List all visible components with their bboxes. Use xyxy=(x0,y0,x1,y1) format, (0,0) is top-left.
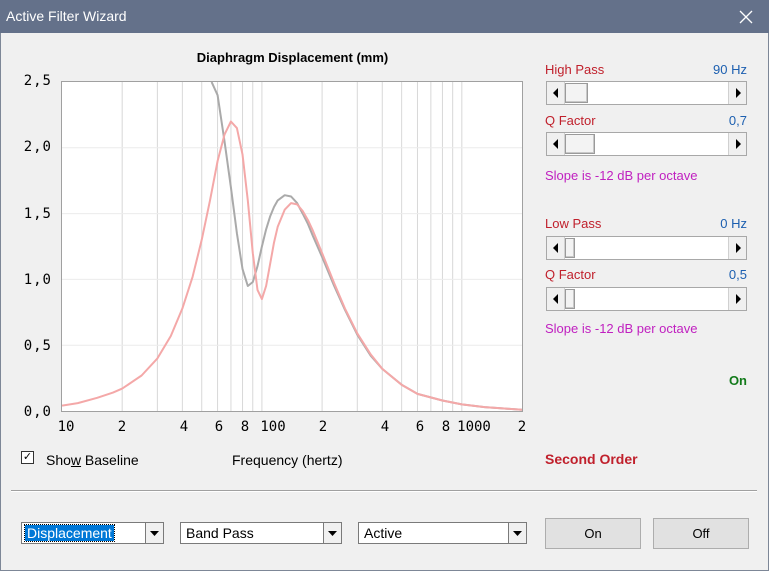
close-icon xyxy=(739,10,753,24)
x-tick-label: 1000 xyxy=(457,419,491,435)
slider-thumb[interactable] xyxy=(565,238,575,258)
scroll-right-button[interactable] xyxy=(728,237,746,259)
y-tick-label: 1,0 xyxy=(23,272,52,288)
low-slope-text: Slope is -12 dB per octave xyxy=(545,321,698,336)
arrow-right-icon xyxy=(735,294,741,304)
chevron-down-icon xyxy=(328,530,337,536)
high-pass-value: 90 Hz xyxy=(713,62,747,77)
filter-status: On xyxy=(728,373,747,388)
x-tick-label: 8 xyxy=(441,419,451,435)
high-q-label: Q Factor xyxy=(545,113,596,128)
x-tick-label: 4 xyxy=(380,419,390,435)
arrow-left-icon xyxy=(552,243,558,253)
scroll-left-button[interactable] xyxy=(547,82,565,104)
high-q-value: 0,7 xyxy=(728,113,747,128)
title-bar: Active Filter Wizard xyxy=(0,0,769,33)
type-combo-value: Band Pass xyxy=(186,525,254,541)
low-q-value: 0,5 xyxy=(728,267,747,282)
chart-svg xyxy=(61,81,523,411)
slider-thumb[interactable] xyxy=(565,83,588,103)
arrow-left-icon xyxy=(552,88,558,98)
active-combo-dropdown[interactable] xyxy=(508,523,526,543)
y-tick-label: 1,5 xyxy=(23,206,52,222)
window-title: Active Filter Wizard xyxy=(6,8,127,24)
low-pass-slider[interactable] xyxy=(546,236,747,260)
low-pass-label: Low Pass xyxy=(545,216,602,231)
low-q-slider[interactable] xyxy=(546,287,747,311)
slider-thumb[interactable] xyxy=(565,289,575,309)
arrow-left-icon xyxy=(552,294,558,304)
scroll-right-button[interactable] xyxy=(728,82,746,104)
high-slope-text: Slope is -12 dB per octave xyxy=(545,168,698,183)
show-baseline-label-part: Baseline xyxy=(81,452,139,468)
arrow-left-icon xyxy=(552,139,558,149)
active-combo-value: Active xyxy=(364,525,403,541)
filter-order: Second Order xyxy=(545,451,638,467)
off-button[interactable]: Off xyxy=(653,518,749,549)
type-combo[interactable]: Band Pass xyxy=(180,522,342,544)
type-combo-dropdown[interactable] xyxy=(323,523,341,543)
show-baseline-label-part: Sho xyxy=(46,452,71,468)
active-combo[interactable]: Active xyxy=(358,522,527,544)
close-button[interactable] xyxy=(723,0,769,33)
x-tick-label: 100 xyxy=(260,419,286,435)
x-tick-label: 2 xyxy=(117,419,127,435)
y-tick-label: 0,5 xyxy=(23,338,52,354)
x-tick-label: 6 xyxy=(214,419,224,435)
x-axis-label: Frequency (hertz) xyxy=(232,452,343,468)
show-baseline-checkbox[interactable]: ✓ xyxy=(21,451,34,464)
x-tick-label: 10 xyxy=(57,419,75,435)
arrow-right-icon xyxy=(735,139,741,149)
displacement-chart xyxy=(61,81,523,412)
x-tick-label: 2 xyxy=(517,419,527,435)
x-tick-label: 4 xyxy=(179,419,189,435)
checkbox-check-icon: ✓ xyxy=(22,451,33,463)
slider-thumb[interactable] xyxy=(565,134,595,154)
x-tick-label: 8 xyxy=(240,419,250,435)
y-tick-label: 0,0 xyxy=(23,404,52,420)
y-tick-label: 2,5 xyxy=(23,73,52,89)
high-pass-label: High Pass xyxy=(545,62,605,77)
divider xyxy=(11,490,757,492)
x-tick-label: 6 xyxy=(415,419,425,435)
series-line-gray xyxy=(210,81,523,411)
low-pass-value: 0 Hz xyxy=(720,216,747,231)
arrow-right-icon xyxy=(735,243,741,253)
high-q-slider[interactable] xyxy=(546,132,747,156)
scroll-right-button[interactable] xyxy=(728,133,746,155)
x-tick-label: 2 xyxy=(318,419,328,435)
on-button[interactable]: On xyxy=(545,518,641,549)
scroll-left-button[interactable] xyxy=(547,133,565,155)
high-pass-slider[interactable] xyxy=(546,81,747,105)
chevron-down-icon xyxy=(150,530,159,536)
mode-combo[interactable]: Displacement xyxy=(21,522,164,544)
mode-combo-value: Displacement xyxy=(24,524,115,542)
y-tick-label: 2,0 xyxy=(23,139,52,155)
chart-title: Diaphragm Displacement (mm) xyxy=(196,50,389,65)
scroll-left-button[interactable] xyxy=(547,288,565,310)
show-baseline-accesskey: w xyxy=(70,452,82,468)
scroll-left-button[interactable] xyxy=(547,237,565,259)
scroll-right-button[interactable] xyxy=(728,288,746,310)
chevron-down-icon xyxy=(513,530,522,536)
mode-combo-dropdown[interactable] xyxy=(145,523,163,543)
arrow-right-icon xyxy=(735,88,741,98)
show-baseline-label: Show Baseline xyxy=(46,452,139,468)
low-q-label: Q Factor xyxy=(545,267,596,282)
